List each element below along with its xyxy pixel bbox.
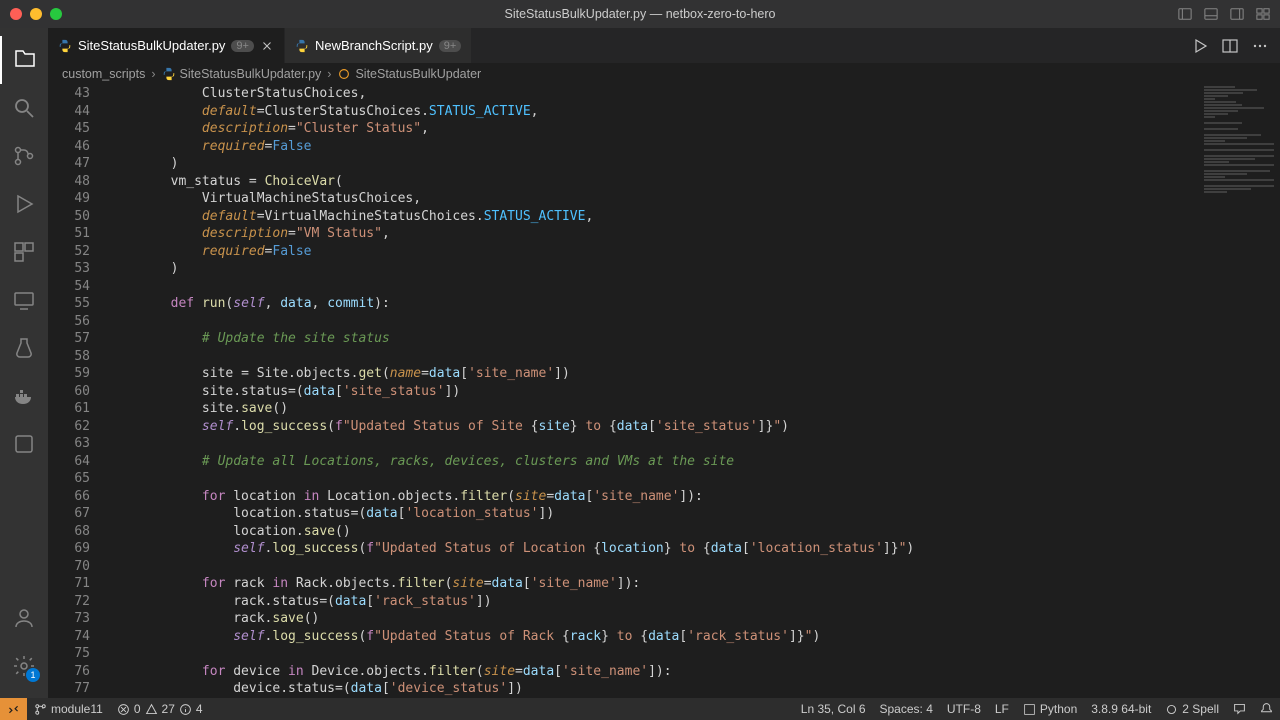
indentation[interactable]: Spaces: 4 xyxy=(873,702,940,716)
tab-label: SiteStatusBulkUpdater.py xyxy=(78,38,225,53)
close-window-button[interactable] xyxy=(10,8,22,20)
docker-icon[interactable] xyxy=(0,372,48,420)
tab-badge: 9+ xyxy=(439,40,462,52)
line-numbers: 4344454647484950515253545556575859606162… xyxy=(48,85,108,698)
accounts-icon[interactable] xyxy=(0,594,48,642)
more-actions-icon[interactable] xyxy=(1252,38,1268,54)
breadcrumb[interactable]: custom_scripts › SiteStatusBulkUpdater.p… xyxy=(48,63,1280,85)
explorer-icon[interactable] xyxy=(0,36,48,84)
cursor-position[interactable]: Ln 35, Col 6 xyxy=(794,702,873,716)
remote-indicator[interactable] xyxy=(0,698,27,720)
search-icon[interactable] xyxy=(0,84,48,132)
layout-icon[interactable] xyxy=(1256,7,1270,21)
chevron-right-icon: › xyxy=(151,67,155,81)
breadcrumb-folder[interactable]: custom_scripts xyxy=(62,67,145,81)
remote-explorer-icon[interactable] xyxy=(0,276,48,324)
notifications-icon[interactable] xyxy=(1253,702,1280,715)
panel-left-icon[interactable] xyxy=(1178,7,1192,21)
problems[interactable]: 0 27 4 xyxy=(110,698,210,720)
activity-bar: 1 xyxy=(0,28,48,698)
feedback-icon[interactable] xyxy=(1226,702,1253,715)
encoding[interactable]: UTF-8 xyxy=(940,702,988,716)
run-debug-icon[interactable] xyxy=(0,180,48,228)
titlebar: SiteStatusBulkUpdater.py — netbox-zero-t… xyxy=(0,0,1280,28)
testing-icon[interactable] xyxy=(0,324,48,372)
minimize-window-button[interactable] xyxy=(30,8,42,20)
breadcrumb-file[interactable]: SiteStatusBulkUpdater.py xyxy=(180,67,322,81)
breadcrumb-symbol[interactable]: SiteStatusBulkUpdater xyxy=(355,67,481,81)
eol[interactable]: LF xyxy=(988,702,1016,716)
tab-sitestatusbulkupdater[interactable]: SiteStatusBulkUpdater.py 9+ xyxy=(48,28,285,63)
status-bar: module11 0 27 4 Ln 35, Col 6 Spaces: 4 U… xyxy=(0,698,1280,720)
settings-badge: 1 xyxy=(26,668,40,682)
window-controls xyxy=(10,8,62,20)
panel-right-icon[interactable] xyxy=(1230,7,1244,21)
python-file-icon xyxy=(295,39,309,53)
editor-tabs: SiteStatusBulkUpdater.py 9+ NewBranchScr… xyxy=(48,28,1280,63)
maximize-window-button[interactable] xyxy=(50,8,62,20)
source-control-icon[interactable] xyxy=(0,132,48,180)
python-interpreter[interactable]: 3.8.9 64-bit xyxy=(1084,702,1158,716)
sidebar-extra-icon[interactable] xyxy=(0,420,48,468)
spell-check[interactable]: 2 Spell xyxy=(1158,702,1226,716)
panel-bottom-icon[interactable] xyxy=(1204,7,1218,21)
run-icon[interactable] xyxy=(1192,38,1208,54)
class-icon xyxy=(337,67,351,81)
window-title: SiteStatusBulkUpdater.py — netbox-zero-t… xyxy=(505,7,776,21)
code-editor[interactable]: 4344454647484950515253545556575859606162… xyxy=(48,85,1280,698)
python-file-icon xyxy=(162,67,176,81)
tab-badge: 9+ xyxy=(231,40,254,52)
close-icon[interactable] xyxy=(260,39,274,53)
chevron-right-icon: › xyxy=(327,67,331,81)
minimap[interactable] xyxy=(1200,85,1280,698)
tab-newbranchscript[interactable]: NewBranchScript.py 9+ xyxy=(285,28,472,63)
tab-label: NewBranchScript.py xyxy=(315,38,433,53)
split-editor-icon[interactable] xyxy=(1222,38,1238,54)
python-file-icon xyxy=(58,39,72,53)
language-mode[interactable]: Python xyxy=(1016,702,1084,716)
settings-gear-icon[interactable]: 1 xyxy=(0,642,48,690)
code-content[interactable]: ClusterStatusChoices, default=ClusterSta… xyxy=(108,85,1280,698)
git-branch[interactable]: module11 xyxy=(27,698,110,720)
extensions-icon[interactable] xyxy=(0,228,48,276)
